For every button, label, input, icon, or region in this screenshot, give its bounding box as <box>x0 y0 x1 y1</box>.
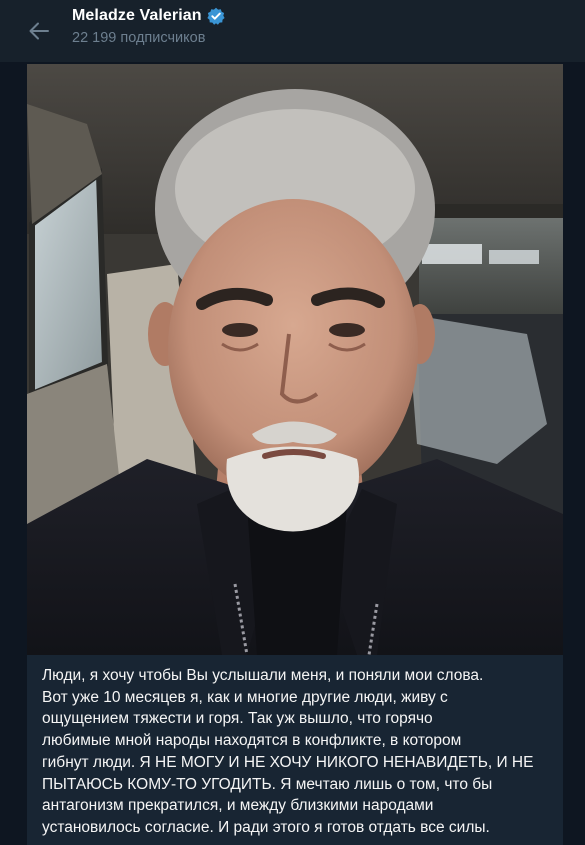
channel-header: Meladze Valerian 22 199 подписчиков <box>0 0 585 62</box>
arrow-left-icon <box>29 22 49 40</box>
channel-title-block[interactable]: Meladze Valerian 22 199 подписчиков <box>72 7 225 46</box>
back-button[interactable] <box>22 14 56 48</box>
subscriber-count: 22 199 подписчиков <box>72 30 206 46</box>
post-photo[interactable] <box>27 64 563 655</box>
verified-badge-icon <box>207 7 225 25</box>
channel-post: Люди, я хочу чтобы Вы услышали меня, и п… <box>27 64 563 845</box>
post-text: Люди, я хочу чтобы Вы услышали меня, и п… <box>42 667 534 836</box>
channel-name: Meladze Valerian <box>72 7 202 24</box>
